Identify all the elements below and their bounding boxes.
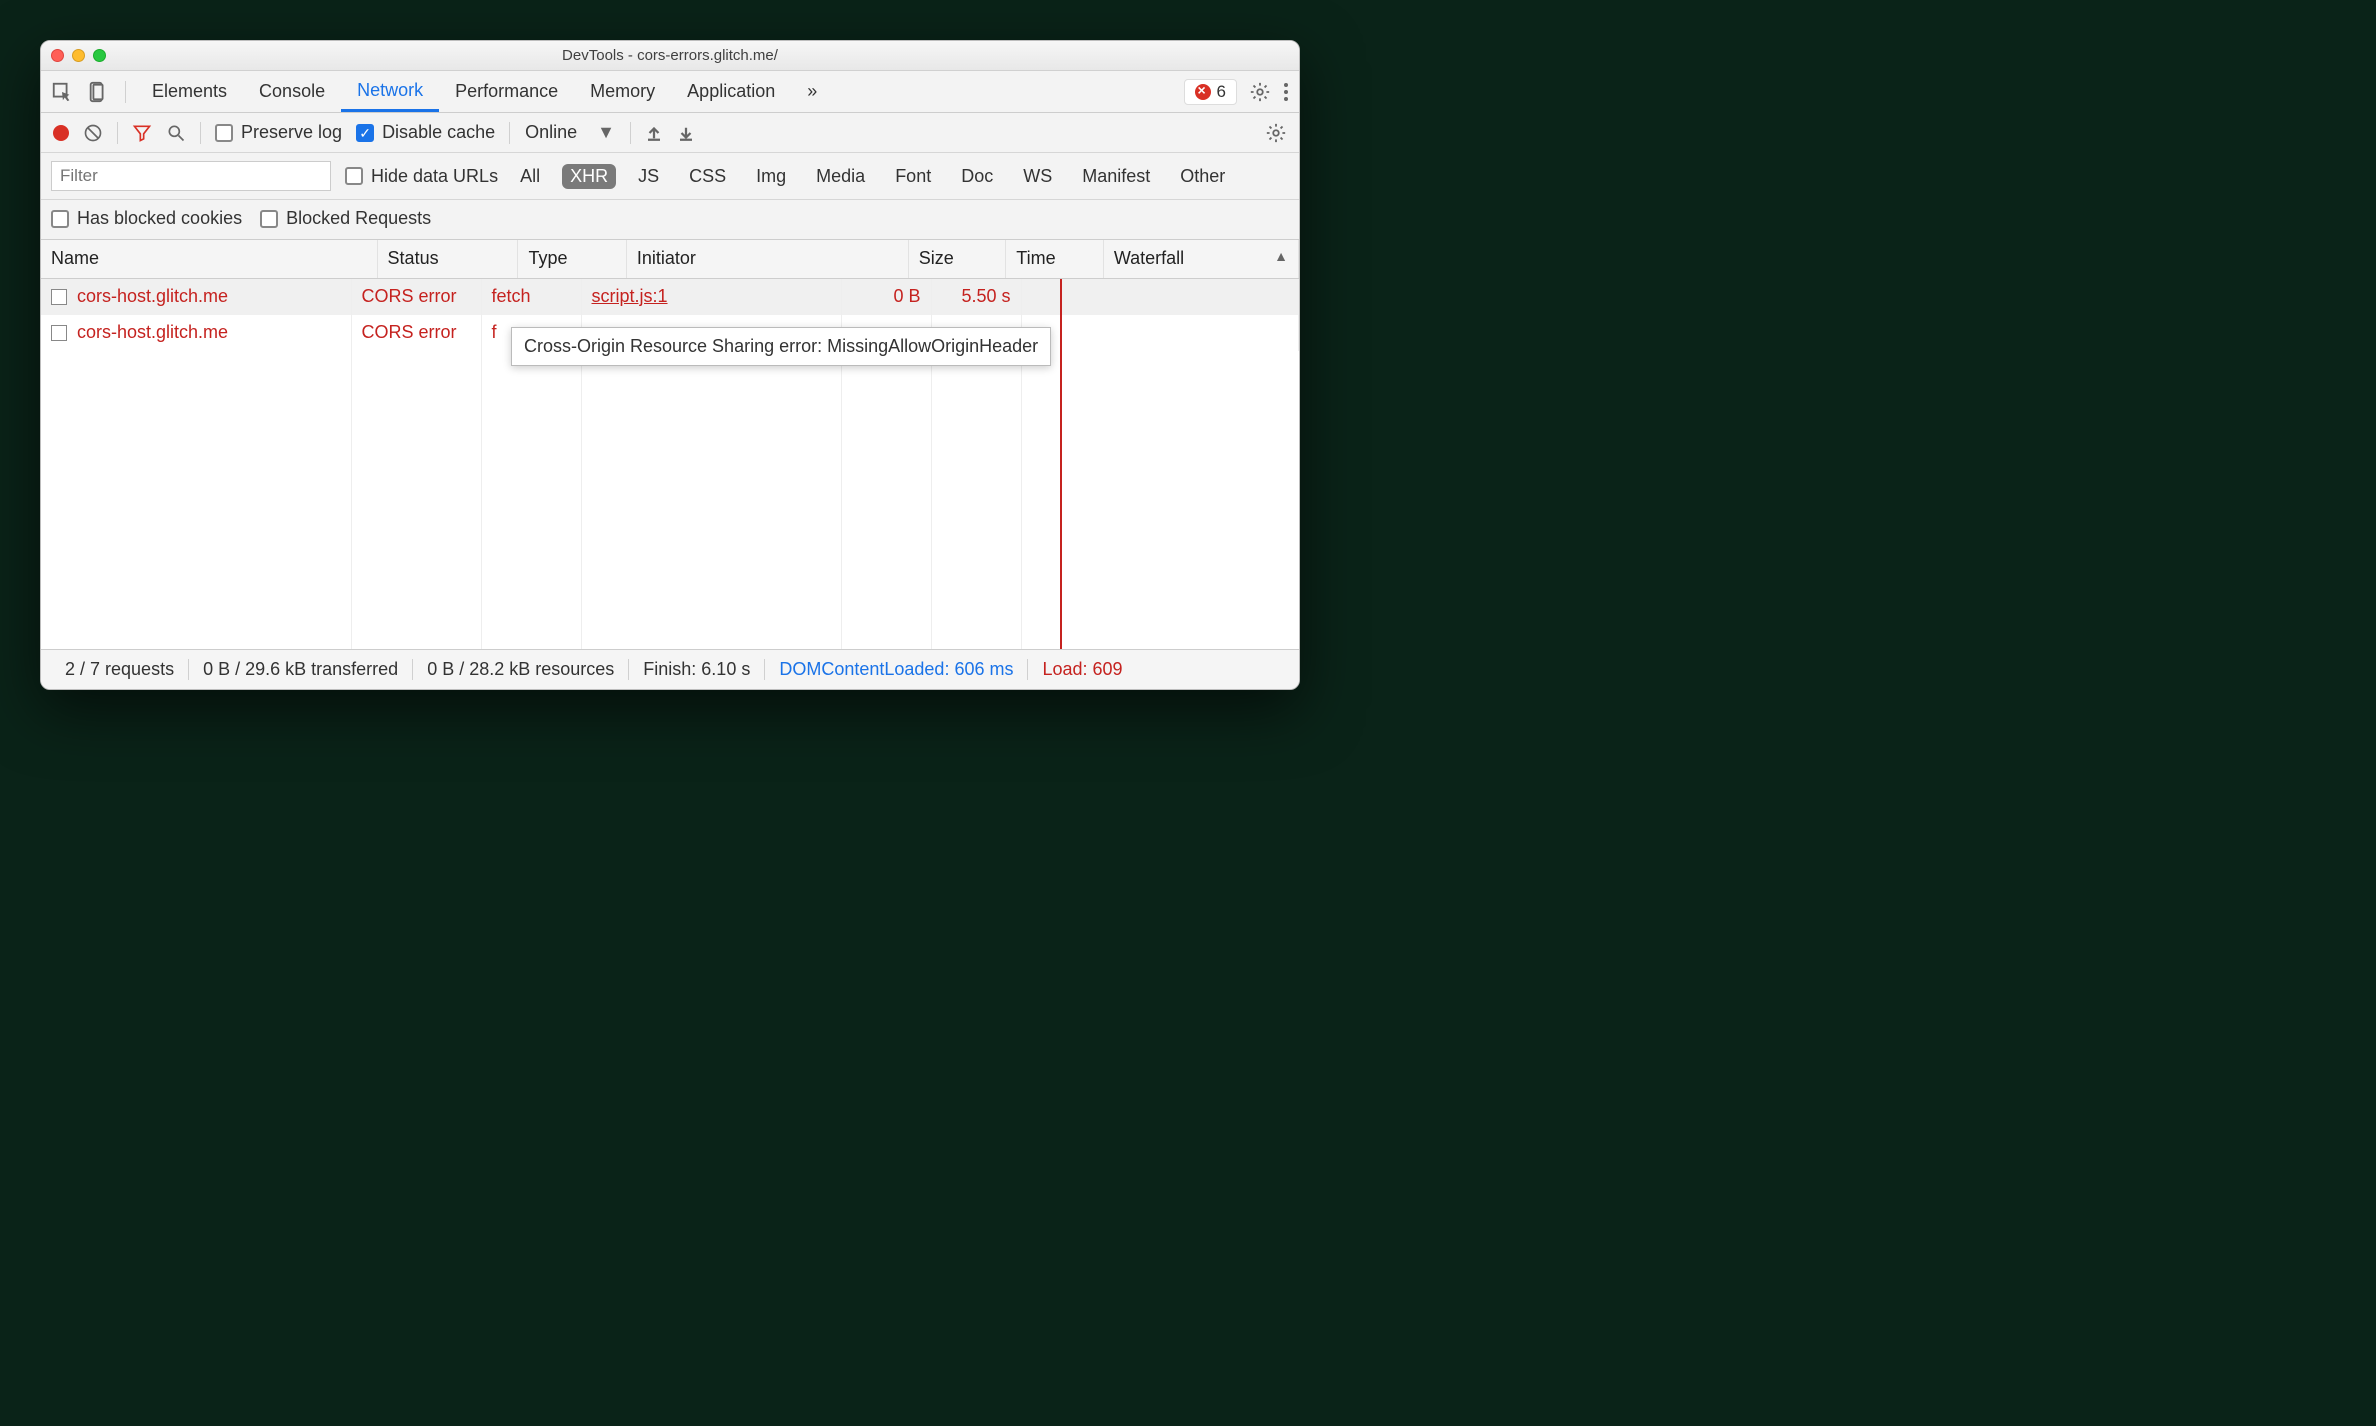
cors-error-tooltip: Cross-Origin Resource Sharing error: Mis… — [511, 327, 1051, 366]
request-status: CORS error — [351, 279, 481, 315]
request-name: cors-host.glitch.me — [77, 286, 228, 307]
window-title: DevTools - cors-errors.glitch.me/ — [41, 47, 1299, 64]
status-requests: 2 / 7 requests — [51, 659, 189, 680]
error-count: 6 — [1217, 82, 1226, 102]
clear-icon[interactable] — [83, 123, 103, 143]
tab-application[interactable]: Application — [671, 71, 791, 112]
disable-cache-checkbox[interactable]: Disable cache — [356, 122, 495, 143]
request-name: cors-host.glitch.me — [77, 322, 228, 343]
status-dcl: DOMContentLoaded: 606 ms — [765, 659, 1028, 680]
filter-type-img[interactable]: Img — [748, 164, 794, 189]
col-type[interactable]: Type — [518, 240, 626, 278]
record-button[interactable] — [53, 125, 69, 141]
blocked-requests-checkbox[interactable]: Blocked Requests — [260, 208, 431, 229]
filter-type-font[interactable]: Font — [887, 164, 939, 189]
tab-console[interactable]: Console — [243, 71, 341, 112]
disable-cache-label: Disable cache — [382, 122, 495, 143]
panel-gear-icon[interactable] — [1265, 122, 1287, 144]
status-load: Load: 609 — [1028, 659, 1136, 680]
device-toggle-icon[interactable] — [87, 81, 109, 103]
request-status: CORS error — [351, 315, 481, 351]
file-icon — [51, 325, 67, 341]
request-size: 0 B — [841, 279, 931, 315]
request-initiator[interactable]: script.js:1 — [592, 286, 668, 306]
requests-table: Name Status Type Initiator Size Time Wat… — [41, 240, 1299, 649]
col-status[interactable]: Status — [377, 240, 518, 278]
chevron-down-icon: ▼ — [597, 122, 615, 143]
filter-type-js[interactable]: JS — [630, 164, 667, 189]
filter-type-other[interactable]: Other — [1172, 164, 1233, 189]
table-row[interactable]: cors-host.glitch.me CORS error fetch scr… — [41, 279, 1299, 315]
waterfall-cell — [1032, 285, 1289, 309]
filter-bar-row2: Has blocked cookies Blocked Requests — [41, 200, 1299, 240]
col-size[interactable]: Size — [908, 240, 1006, 278]
status-transferred: 0 B / 29.6 kB transferred — [189, 659, 413, 680]
throttle-select[interactable]: Online ▼ — [524, 121, 616, 144]
panel-tabs: Elements Console Network Performance Mem… — [41, 71, 1299, 113]
search-icon[interactable] — [166, 123, 186, 143]
devtools-window: DevTools - cors-errors.glitch.me/ Elemen… — [40, 40, 1300, 690]
filter-type-css[interactable]: CSS — [681, 164, 734, 189]
kebab-menu-icon[interactable] — [1283, 81, 1289, 103]
filter-input[interactable] — [51, 161, 331, 191]
waterfall-cell — [1021, 315, 1299, 351]
download-icon[interactable] — [677, 124, 695, 142]
tab-network[interactable]: Network — [341, 71, 439, 112]
more-tabs-button[interactable]: » — [791, 71, 833, 112]
col-initiator[interactable]: Initiator — [626, 240, 908, 278]
has-blocked-cookies-checkbox[interactable]: Has blocked cookies — [51, 208, 242, 229]
titlebar: DevTools - cors-errors.glitch.me/ — [41, 41, 1299, 71]
sort-asc-icon: ▲ — [1274, 248, 1288, 264]
preserve-log-checkbox[interactable]: Preserve log — [215, 122, 342, 143]
file-icon — [51, 289, 67, 305]
request-type: fetch — [481, 279, 581, 315]
col-time[interactable]: Time — [1006, 240, 1104, 278]
col-name[interactable]: Name — [41, 240, 377, 278]
filter-type-media[interactable]: Media — [808, 164, 873, 189]
status-resources: 0 B / 28.2 kB resources — [413, 659, 629, 680]
gear-icon[interactable] — [1249, 81, 1271, 103]
tab-elements[interactable]: Elements — [136, 71, 243, 112]
filter-bar: Hide data URLs All XHR JS CSS Img Media … — [41, 153, 1299, 200]
inspect-icon[interactable] — [51, 81, 73, 103]
error-count-badge[interactable]: 6 — [1184, 79, 1237, 105]
hide-data-urls-checkbox[interactable]: Hide data URLs — [345, 166, 498, 187]
network-toolbar: Preserve log Disable cache Online ▼ — [41, 113, 1299, 153]
filter-type-manifest[interactable]: Manifest — [1074, 164, 1158, 189]
error-icon — [1195, 84, 1211, 100]
tab-memory[interactable]: Memory — [574, 71, 671, 112]
table-body: cors-host.glitch.me CORS error fetch scr… — [41, 279, 1299, 649]
status-finish: Finish: 6.10 s — [629, 659, 765, 680]
filter-icon[interactable] — [132, 123, 152, 143]
preserve-log-label: Preserve log — [241, 122, 342, 143]
throttle-value: Online — [525, 122, 577, 143]
filter-type-xhr[interactable]: XHR — [562, 164, 616, 189]
col-waterfall[interactable]: Waterfall▲ — [1103, 240, 1298, 278]
filter-type-all[interactable]: All — [512, 164, 548, 189]
request-time: 5.50 s — [931, 279, 1021, 315]
tab-performance[interactable]: Performance — [439, 71, 574, 112]
upload-icon[interactable] — [645, 124, 663, 142]
waterfall-marker — [1060, 279, 1062, 649]
filter-type-doc[interactable]: Doc — [953, 164, 1001, 189]
table-header-row: Name Status Type Initiator Size Time Wat… — [41, 240, 1299, 278]
status-bar: 2 / 7 requests 0 B / 29.6 kB transferred… — [41, 649, 1299, 689]
filter-type-ws[interactable]: WS — [1015, 164, 1060, 189]
